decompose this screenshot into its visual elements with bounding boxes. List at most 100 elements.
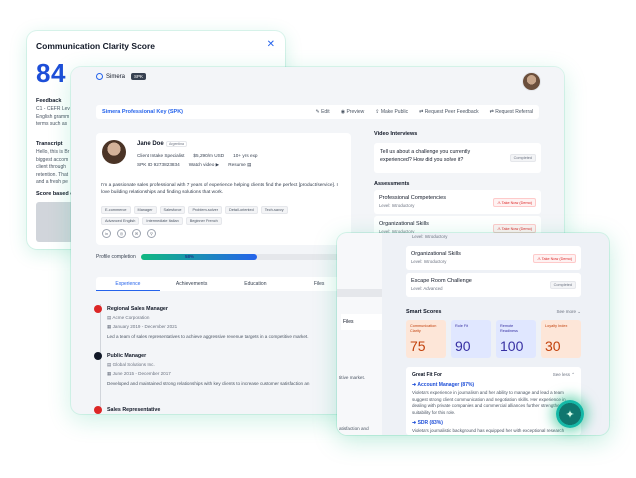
score-value: 75 bbox=[410, 338, 426, 354]
great-fit-panel: Great Fit For See less ⌃ ➜ Account Manag… bbox=[406, 367, 581, 435]
app-logo[interactable]: Simera SPK bbox=[96, 73, 147, 80]
assessment-item[interactable]: Organizational Skills Level: Introductor… bbox=[406, 246, 581, 270]
profile-experience: 10+ yrs exp bbox=[233, 153, 258, 158]
country-badge: Argentina bbox=[166, 141, 187, 147]
screenshot-stage: Communication Clarity Score ✕ 84 Feedbac… bbox=[0, 0, 636, 478]
profile-rate: $5,290/m USD bbox=[193, 153, 225, 158]
resume-link[interactable]: Resume ▤ bbox=[228, 162, 251, 168]
job-dates: ▦ January 2019 - December 2021 bbox=[107, 324, 178, 329]
tab-files[interactable]: Files bbox=[341, 314, 382, 330]
assessment-name: Organizational Skills bbox=[411, 251, 461, 257]
brand-badge: SPK bbox=[131, 73, 147, 80]
job-title: Regional Sales Manager bbox=[107, 306, 168, 312]
fit-description: Violeta's experience in journalism and h… bbox=[412, 390, 573, 415]
assessment-level: Level: Introductory bbox=[411, 259, 447, 264]
skill-tag: Beginner French bbox=[185, 217, 222, 225]
fit-role: ➜ Account Manager (87%) bbox=[412, 382, 475, 388]
simera-logo-icon bbox=[96, 73, 103, 80]
interview-question: Tell us about a challenge you currently … bbox=[380, 149, 471, 163]
profile-meta-row: Client Intake Specialist $5,290/m USD 10… bbox=[137, 153, 258, 158]
text-fragment: titive market. bbox=[339, 375, 366, 380]
skill-tag: Tech-savvy bbox=[260, 206, 288, 214]
social-links: in ◎ ✉ ⚲ bbox=[102, 229, 156, 238]
status-badge: Completed bbox=[509, 154, 536, 162]
skill-tag: Salesforce bbox=[159, 206, 186, 214]
assessment-item[interactable]: Escape Room Challenge Level: Advanced Co… bbox=[406, 273, 581, 297]
clarity-title: Communication Clarity Score bbox=[36, 41, 156, 51]
tab-achievements[interactable]: Achievements bbox=[160, 277, 224, 291]
profile-role: Client Intake Specialist bbox=[137, 153, 185, 158]
fit-role: ➜ SDR (83%) bbox=[412, 420, 443, 426]
make-public-button[interactable]: ⇪ Make Public bbox=[375, 109, 408, 115]
preview-button[interactable]: ◉ Preview bbox=[341, 109, 365, 115]
score-box-remote[interactable]: Remote Readiness 100 bbox=[496, 320, 536, 358]
assessment-item[interactable]: Professional Competencies Level: Introdu… bbox=[374, 190, 541, 214]
see-less-button[interactable]: See less ⌃ bbox=[553, 372, 575, 378]
company-logo-icon bbox=[94, 406, 102, 414]
profile-completion-value: 58% bbox=[185, 254, 195, 259]
company-logo-icon bbox=[94, 305, 102, 313]
job-company: ▤ Global Solutions Inc. bbox=[107, 362, 155, 367]
top-bar: Simera SPK bbox=[71, 67, 564, 97]
close-icon[interactable]: ✕ bbox=[267, 39, 275, 50]
great-fit-heading: Great Fit For bbox=[412, 372, 443, 378]
user-avatar[interactable] bbox=[522, 72, 541, 91]
key-title: Simera Professional Key (SPK) bbox=[102, 109, 184, 115]
assessments-heading: Assessments bbox=[374, 181, 410, 187]
video-interview-item[interactable]: Tell us about a challenge you currently … bbox=[374, 143, 541, 173]
edit-button[interactable]: ✎ Edit bbox=[315, 109, 329, 115]
score-label: Remote Readiness bbox=[500, 324, 518, 333]
assessment-name: Organizational Skills bbox=[379, 221, 429, 227]
job-company: ▤ Acme Corporation bbox=[107, 315, 150, 320]
request-referral-button[interactable]: ⇄ Request Referral bbox=[490, 109, 533, 115]
link-icon[interactable]: ⚲ bbox=[147, 229, 156, 238]
profile-about: I'm a passionate sales professional with… bbox=[101, 183, 338, 195]
company-logo-icon bbox=[94, 352, 102, 360]
job-title: Sales Representative bbox=[107, 407, 161, 413]
left-bar bbox=[337, 289, 382, 297]
profile-completion-bar: 58% bbox=[141, 254, 341, 260]
score-based-label: Score based o bbox=[36, 191, 74, 197]
request-peer-feedback-button[interactable]: ⇄ Request Peer Feedback bbox=[419, 109, 479, 115]
profile-tabs: Experience Achievements Education Files bbox=[96, 277, 351, 291]
score-box-role-fit[interactable]: Role Fit 90 bbox=[451, 320, 491, 358]
video-thumbnail[interactable] bbox=[36, 202, 76, 242]
score-box-loyalty[interactable]: Loyalty Index 30 bbox=[541, 320, 581, 358]
score-label: Loyalty Index bbox=[545, 324, 568, 328]
skill-tag: Detail-oriented bbox=[225, 206, 258, 214]
take-now-button[interactable]: ⚠ Take Now (Demo) bbox=[493, 198, 536, 207]
mail-icon[interactable]: ✉ bbox=[132, 229, 141, 238]
assessment-level: Level: Introductory bbox=[412, 234, 448, 239]
job-title: Public Manager bbox=[107, 353, 147, 359]
score-label: Role Fit bbox=[455, 324, 469, 328]
experience-item: Sales Representative bbox=[94, 406, 347, 414]
globe-icon[interactable]: ◎ bbox=[117, 229, 126, 238]
text-fragment: atisfaction and bbox=[339, 426, 369, 431]
assessment-level: Level: Introductory bbox=[379, 203, 415, 208]
experience-item: Regional Sales Manager ▤ Acme Corporatio… bbox=[94, 305, 347, 339]
smart-scores: Smart Scores See more ⌄ Communication Cl… bbox=[406, 309, 581, 358]
experience-item: Public Manager ▤ Global Solutions Inc. ▦… bbox=[94, 352, 347, 386]
fit-description: Violeta's journalistic background has eq… bbox=[412, 428, 565, 433]
skill-tags: E-commerce Manager Salesforce Problem-so… bbox=[101, 206, 321, 225]
linkedin-icon[interactable]: in bbox=[102, 229, 111, 238]
see-more-button[interactable]: See more ⌄ bbox=[556, 309, 581, 315]
tab-education[interactable]: Education bbox=[224, 277, 288, 291]
video-interviews-heading: Video Interviews bbox=[374, 131, 418, 137]
take-now-button[interactable]: ⚠ Take Now (Demo) bbox=[493, 224, 536, 233]
ai-assistant-button[interactable]: ✦ bbox=[556, 400, 584, 428]
job-description: Developed and maintained strong relation… bbox=[107, 381, 310, 386]
transcript-label: Transcript bbox=[36, 141, 63, 147]
skill-tag: E-commerce bbox=[101, 206, 131, 214]
job-dates: ▦ June 2015 - December 2017 bbox=[107, 371, 171, 376]
score-box-communication[interactable]: Communication Clarity 75 bbox=[406, 320, 446, 358]
tab-experience[interactable]: Experience bbox=[96, 277, 160, 291]
watch-video-link[interactable]: Watch video ▶ bbox=[189, 162, 220, 168]
sparkle-icon: ✦ bbox=[565, 408, 575, 421]
score-value: 30 bbox=[545, 338, 561, 354]
assessment-level: Level: Advanced bbox=[411, 286, 443, 291]
feedback-label: Feedback bbox=[36, 98, 62, 104]
profile-completion-fill bbox=[141, 254, 257, 260]
take-now-button[interactable]: ⚠ Take Now (Demo) bbox=[533, 254, 576, 263]
score-label: Communication Clarity bbox=[410, 324, 437, 333]
